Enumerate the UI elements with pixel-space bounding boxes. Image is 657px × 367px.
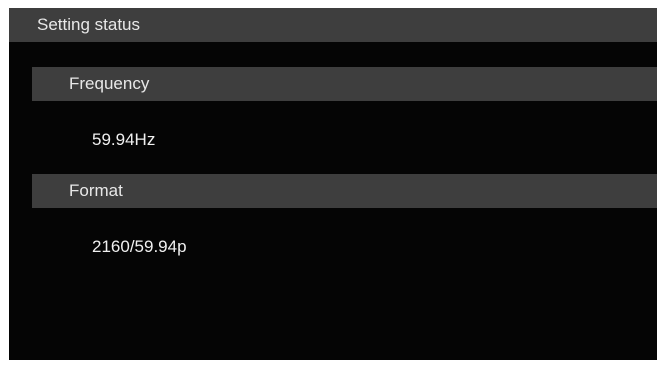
frequency-value: 59.94Hz [92, 130, 156, 149]
format-value: 2160/59.94p [92, 237, 187, 256]
frequency-section-header: Frequency [32, 67, 657, 101]
page-title: Setting status [9, 8, 657, 42]
setting-status-panel: Setting status Frequency 59.94Hz Format … [9, 8, 657, 360]
format-section-header: Format [32, 174, 657, 208]
